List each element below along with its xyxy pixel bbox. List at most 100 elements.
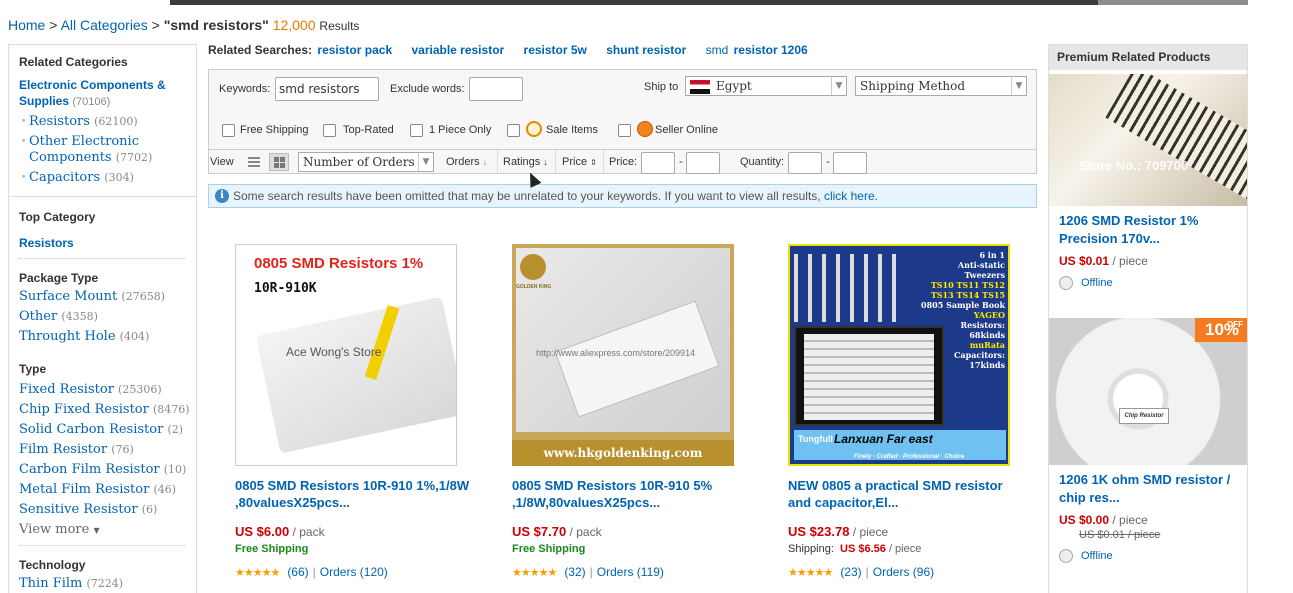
list-view-icon[interactable] (244, 153, 264, 171)
shipping-cost: Shipping: US $6.56 / piece (788, 543, 922, 555)
sale-items-checkbox[interactable] (507, 124, 520, 137)
related-search-link[interactable]: resistor 1206 (734, 43, 808, 57)
sort-select[interactable]: Number of Orders ▼ (298, 152, 434, 172)
reviews-link[interactable]: (23) (840, 565, 861, 579)
product-image[interactable]: 6 in 1 Anti-static Tweezers TS10 TS11 TS… (788, 244, 1010, 466)
top-nav-bar (170, 0, 1248, 5)
facet-item[interactable]: Carbon Film Resistor (10) (19, 462, 186, 478)
golden-king-logo-icon (520, 254, 546, 280)
quantity-min-input[interactable] (788, 152, 822, 174)
related-categories-heading: Related Categories (19, 55, 128, 69)
related-search-link[interactable]: smd (706, 43, 729, 57)
seller-online-icon (637, 121, 653, 137)
keywords-label: Keywords: (219, 83, 271, 95)
notice-text: Some search results have been omitted th… (233, 189, 821, 203)
reviews-link[interactable]: (66) (287, 565, 308, 579)
orders-link[interactable]: Orders (120) (320, 565, 388, 579)
ship-to-select[interactable]: Egypt ▼ (685, 76, 847, 96)
orders-link[interactable]: Orders (96) (873, 565, 934, 579)
subcategory-list: Resistors (62100) Other Electronic Compo… (19, 114, 186, 186)
grid-view-icon[interactable] (269, 153, 289, 171)
facet-item[interactable]: Sensitive Resistor (6) (19, 502, 186, 518)
keywords-input[interactable] (275, 77, 379, 101)
seller-online-checkbox[interactable] (618, 124, 631, 137)
premium-product-card: Chip Resistor 10% OFF 1206 1K ohm SMD res… (1049, 318, 1247, 563)
image-caption-list: 6 in 1 Anti-static Tweezers TS10 TS11 TS… (921, 250, 1005, 370)
type-heading: Type (19, 362, 47, 376)
seller-status: Offline (1059, 276, 1237, 290)
sort-ratings[interactable]: Ratings ↓ (503, 156, 548, 168)
premium-product-image[interactable]: Chip Resistor 10% OFF (1049, 318, 1247, 465)
premium-product-title[interactable]: 1206 1K ohm SMD resistor / chip res... (1059, 471, 1237, 507)
price-max-input[interactable] (686, 152, 720, 174)
one-piece-label: 1 Piece Only (429, 124, 492, 136)
facet-item[interactable]: Surface Mount (27658) (19, 289, 186, 305)
related-search-link[interactable]: variable resistor (411, 43, 504, 57)
premium-product-price: US $0.00 / piece (1059, 513, 1148, 527)
product-rating: ★★★★★ (66) | Orders (120) (235, 565, 388, 579)
facet-item[interactable]: Film Resistor (76) (19, 442, 186, 458)
seller-online-label: Seller Online (655, 124, 718, 136)
facet-item[interactable]: Solid Carbon Resistor (2) (19, 422, 186, 438)
facet-item[interactable]: Thin Film (7224) (19, 576, 186, 592)
related-search-link[interactable]: resistor 5w (524, 43, 587, 57)
view-all-results-link[interactable]: click here. (824, 189, 878, 203)
facet-item[interactable]: Chip Fixed Resistor (8476) (19, 402, 190, 418)
facet-item[interactable]: Metal Film Resistor (46) (19, 482, 186, 498)
product-title[interactable]: 0805 SMD Resistors 10R-910 1%,1/8W ,80va… (235, 477, 475, 511)
search-query: "smd resistors" (163, 17, 269, 33)
shipping-method-select[interactable]: Shipping Method ▼ (855, 76, 1027, 96)
one-piece-checkbox[interactable] (410, 124, 423, 137)
premium-products-panel: Premium Related Products Store No.: 7097… (1048, 44, 1248, 593)
resistor-strips-graphic (255, 296, 456, 454)
sale-clock-icon (526, 121, 542, 137)
category-electronic-components[interactable]: Electronic Components & Supplies (70106) (19, 77, 186, 110)
quantity-max-input[interactable] (833, 152, 867, 174)
free-shipping-badge: Free Shipping (235, 543, 309, 555)
facet-item[interactable]: Other (4358) (19, 309, 186, 325)
chevron-down-icon: ▼ (418, 153, 433, 171)
sale-items-label: Sale Items (546, 124, 598, 136)
price-dash: - (679, 156, 683, 168)
related-search-link[interactable]: shunt resistor (606, 43, 686, 57)
breadcrumb-separator: > (49, 17, 58, 33)
orders-link[interactable]: Orders (119) (597, 565, 664, 579)
product-image[interactable]: 0805 SMD Resistors 1% 10R-910K Ace Wong'… (235, 244, 457, 466)
premium-product-title[interactable]: 1206 SMD Resistor 1% Precision 170v... (1059, 212, 1237, 248)
product-title[interactable]: 0805 SMD Resistors 10R-910 5% ,1/8W,80va… (512, 477, 752, 511)
related-search-link[interactable]: resistor pack (317, 43, 392, 57)
quantity-label: Quantity: (740, 156, 785, 168)
view-more-link[interactable]: View more ▼ (19, 522, 186, 537)
breadcrumb-all-categories[interactable]: All Categories (61, 17, 148, 33)
ship-to-label: Ship to (644, 81, 679, 93)
technology-heading: Technology (19, 558, 86, 572)
sidebar: Related Categories Electronic Components… (8, 44, 197, 593)
package-type-heading: Package Type (19, 271, 99, 285)
product-title[interactable]: NEW 0805 a practical SMD resistor and ca… (788, 477, 1028, 511)
top-rated-label: Top-Rated (343, 124, 394, 136)
facet-item[interactable]: Fixed Resistor (25306) (19, 382, 186, 398)
top-rated-checkbox[interactable] (323, 124, 336, 137)
product-rating: ★★★★★ (23) | Orders (96) (788, 565, 935, 579)
product-price: US $7.70 / pack (512, 524, 602, 539)
premium-product-image[interactable]: Store No.: 709700 (1049, 74, 1247, 206)
breadcrumb-home[interactable]: Home (8, 17, 45, 33)
discount-badge: 10% OFF (1195, 318, 1247, 342)
omitted-results-notice: i Some search results have been omitted … (208, 184, 1037, 208)
reviews-link[interactable]: (32) (564, 565, 585, 579)
free-shipping-checkbox[interactable] (222, 124, 235, 137)
subcategory-item[interactable]: Other Electronic Components (7702) (19, 134, 186, 166)
chevron-down-icon: ▼ (831, 77, 846, 95)
subcategory-item[interactable]: Resistors (62100) (19, 114, 186, 130)
exclude-words-input[interactable] (469, 77, 523, 101)
sort-price[interactable]: Price ⇕ (562, 156, 597, 168)
info-icon: i (215, 189, 229, 203)
product-image[interactable]: GOLDEN KING http://www.aliexpress.com/st… (512, 244, 734, 466)
facet-item[interactable]: Throught Hole (404) (19, 329, 186, 345)
caret-down-icon: ▼ (93, 526, 100, 535)
image-label: Chip Resistor (1119, 408, 1169, 424)
sort-orders[interactable]: Orders ↓ (446, 156, 487, 168)
top-category-link[interactable]: Resistors (19, 236, 186, 250)
price-min-input[interactable] (641, 152, 675, 174)
subcategory-item[interactable]: Capacitors (304) (19, 170, 186, 186)
